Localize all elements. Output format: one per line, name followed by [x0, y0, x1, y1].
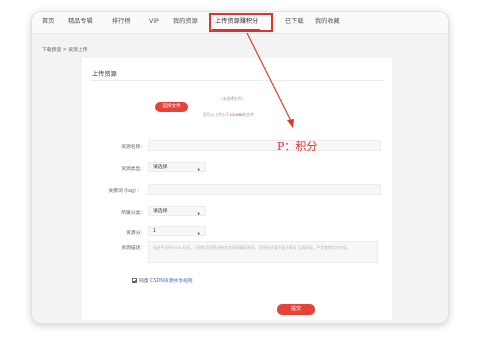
annotation-arrow [246, 32, 294, 128]
annotation-text: P：积分 [277, 140, 318, 153]
